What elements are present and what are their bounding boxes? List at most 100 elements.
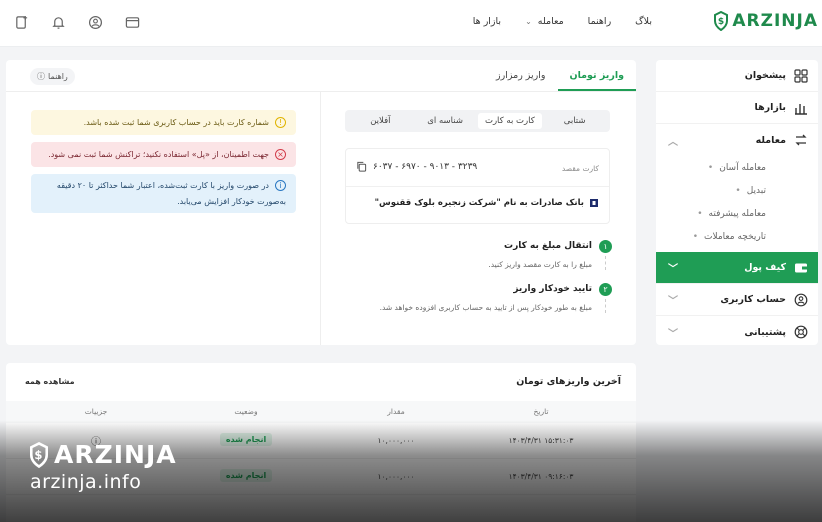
nav-blog[interactable]: بلاگ [635,16,652,27]
logo[interactable]: $ ARZINJA [714,11,818,31]
card-label: کارت مقصد [561,164,599,173]
status-badge: انجام شده [219,433,273,446]
sidebar-item-markets[interactable]: بازارها [656,92,818,124]
info-icon: ⓘ [37,72,45,81]
divider [346,186,609,187]
divider [6,91,636,92]
sidebar-item-support[interactable]: پشتیبانی ﹀ [656,316,818,348]
sidebar-subitem-easy-trade[interactable]: معامله آسان [656,156,818,179]
sidebar-item-label: پیشخوان [744,70,786,81]
chevron-down-icon: ﹀ [668,296,678,307]
user-icon[interactable] [88,15,103,30]
wallet-icon[interactable] [125,15,140,30]
step-connector [605,256,606,270]
top-bar: $ ARZINJA بازار ها معامله ⌄ راهنما بلاگ [0,0,822,47]
nav-markets[interactable]: بازار ها [473,16,501,27]
watermark-site: arzinja.info [30,471,142,493]
deposit-panel: واریز تومان واریز رمزارز ⓘ راهنما ! شماره… [6,60,636,345]
deposit-tabs: واریز تومان واریز رمزارز [484,60,636,91]
user-icon [794,293,808,307]
row-status: انجام شده [186,469,306,482]
bank-logo-icon [590,199,598,207]
warning-icon: ! [275,117,286,128]
nav-trade[interactable]: معامله ⌄ [525,16,564,27]
nav-guide[interactable]: راهنما [588,16,612,27]
sidebar-item-label: حساب کاربری [720,294,786,305]
sidebar-subitem-trade-history[interactable]: تاریخچه معاملات [656,225,818,248]
chevron-down-icon: ⌄ [525,17,532,26]
support-icon [794,325,808,339]
watermark: $ ARZINJA arzinja.info [30,440,177,493]
copy-icon[interactable] [356,161,367,172]
warning-alert: ! شماره کارت باید در حساب کاربری شما ثبت … [31,110,296,135]
chevron-up-icon: ︿ [668,136,678,148]
step-desc: مبلغ را به کارت مقصد واریز کنید. [488,260,592,269]
sidebar-item-trade[interactable]: معامله ︿ [656,124,818,156]
sidebar-item-label: پشتیبانی [744,326,786,338]
error-text: جهت اطمینان، از «پل» استفاده نکنید؛ تراک… [48,150,269,159]
card-number: ۶۰۳۷ - ۶۹۷۰ - ۹۰۱۳ - ۳۲۳۹ [373,161,478,172]
chevron-down-icon: ﹀ [668,264,678,275]
grid-icon [794,68,808,83]
card-number-row: ۶۰۳۷ - ۶۹۷۰ - ۹۰۱۳ - ۳۲۳۹ [356,161,477,172]
brand-name: ARZINJA [732,11,818,31]
step-desc: مبلغ به طور خودکار پس از تایید به حساب ک… [379,303,592,312]
info-alert: iدر صورت واریز با کارت ثبت‌شده، اعتبار ش… [31,174,296,213]
sidebar: پیشخوان بازارها معامله ︿ معامله آسان تبد… [656,60,818,345]
row-amount: ۱۰,۰۰۰,۰۰۰ [377,472,415,481]
column-header-details: جزییات [84,407,108,416]
nav-trade-label: معامله [537,16,564,27]
step-transfer: ۱ انتقال مبلغ به کارت مبلغ را به کارت مق… [342,240,612,274]
bar-chart-icon [794,101,808,115]
tab-crypto-deposit[interactable]: واریز رمزارز [484,60,557,91]
main-nav: بازار ها معامله ⌄ راهنما بلاگ [473,16,652,27]
step-connector [605,299,606,313]
step-number: ۲ [599,283,612,296]
sidebar-subitem-advanced-trade[interactable]: معامله پیشرفته [656,202,818,225]
bank-name: بانک صادرات به نام "شرکت زنجیره بلوک ققن… [374,198,584,208]
column-header-amount: مقدار [387,407,405,416]
method-shetabi[interactable]: شتابی [542,113,607,129]
method-id-deposit[interactable]: شناسه ای [413,113,478,129]
column-header-status: وضعیت [234,407,258,416]
divider [320,92,321,345]
top-icons [14,15,140,30]
sidebar-item-label: معامله [755,134,786,146]
sidebar-item-wallet[interactable]: کیف پول ﹀ [656,252,818,284]
dollar-shield-icon: $ [30,441,48,468]
step-auto-confirm: ۲ تایید خودکار واریز مبلغ به طور خودکار … [342,283,612,317]
row-date: ۱۴۰۳/۴/۳۱ ۰۹:۱۶:۰۳ [508,472,574,481]
row-amount: ۱۰,۰۰۰,۰۰۰ [377,436,415,445]
guide-button[interactable]: ⓘ راهنما [30,68,75,85]
destination-card: کارت مقصد ۶۰۳۷ - ۶۹۷۰ - ۹۰۱۳ - ۳۲۳۹ بانک… [345,148,610,224]
svg-text:$: $ [34,447,43,461]
row-status: انجام شده [186,433,306,446]
watermark-brand-row: $ ARZINJA [30,440,177,469]
guide-label: راهنما [48,72,68,81]
history-title: آخرین واریزهای تومان [516,376,621,387]
close-circle-icon: × [275,149,286,160]
wallet-icon [794,261,808,275]
step-title: انتقال مبلغ به کارت [504,241,592,251]
dollar-shield-icon: $ [714,11,729,31]
tab-toman-deposit[interactable]: واریز تومان [557,60,636,91]
table-header: تاریخ مقدار وضعیت جزییات [6,401,636,423]
view-all-link[interactable]: مشاهده همه [25,377,75,386]
sidebar-subitem-convert[interactable]: تبدیل [656,179,818,202]
watermark-brand: ARZINJA [54,440,177,469]
error-alert: × جهت اطمینان، از «پل» استفاده نکنید؛ ترا… [31,142,296,167]
sidebar-item-label: بازارها [754,102,786,113]
method-card-to-card[interactable]: کارت به کارت [477,113,543,129]
bank-row: بانک صادرات به نام "شرکت زنجیره بلوک ققن… [375,198,599,208]
warning-text: شماره کارت باید در حساب کاربری شما ثبت ش… [83,118,269,127]
deposit-method-selector: شتابی کارت به کارت شناسه ای آفلاین [345,110,610,132]
column-header-date: تاریخ [533,407,549,416]
bell-icon[interactable] [51,15,66,30]
method-offline[interactable]: آفلاین [348,113,413,129]
info-icon: i [275,180,286,191]
sidebar-item-dashboard[interactable]: پیشخوان [656,60,818,92]
chevron-down-icon: ﹀ [668,328,678,340]
add-device-icon[interactable] [14,15,29,30]
sidebar-item-account[interactable]: حساب کاربری ﹀ [656,284,818,316]
svg-text:$: $ [718,17,724,27]
